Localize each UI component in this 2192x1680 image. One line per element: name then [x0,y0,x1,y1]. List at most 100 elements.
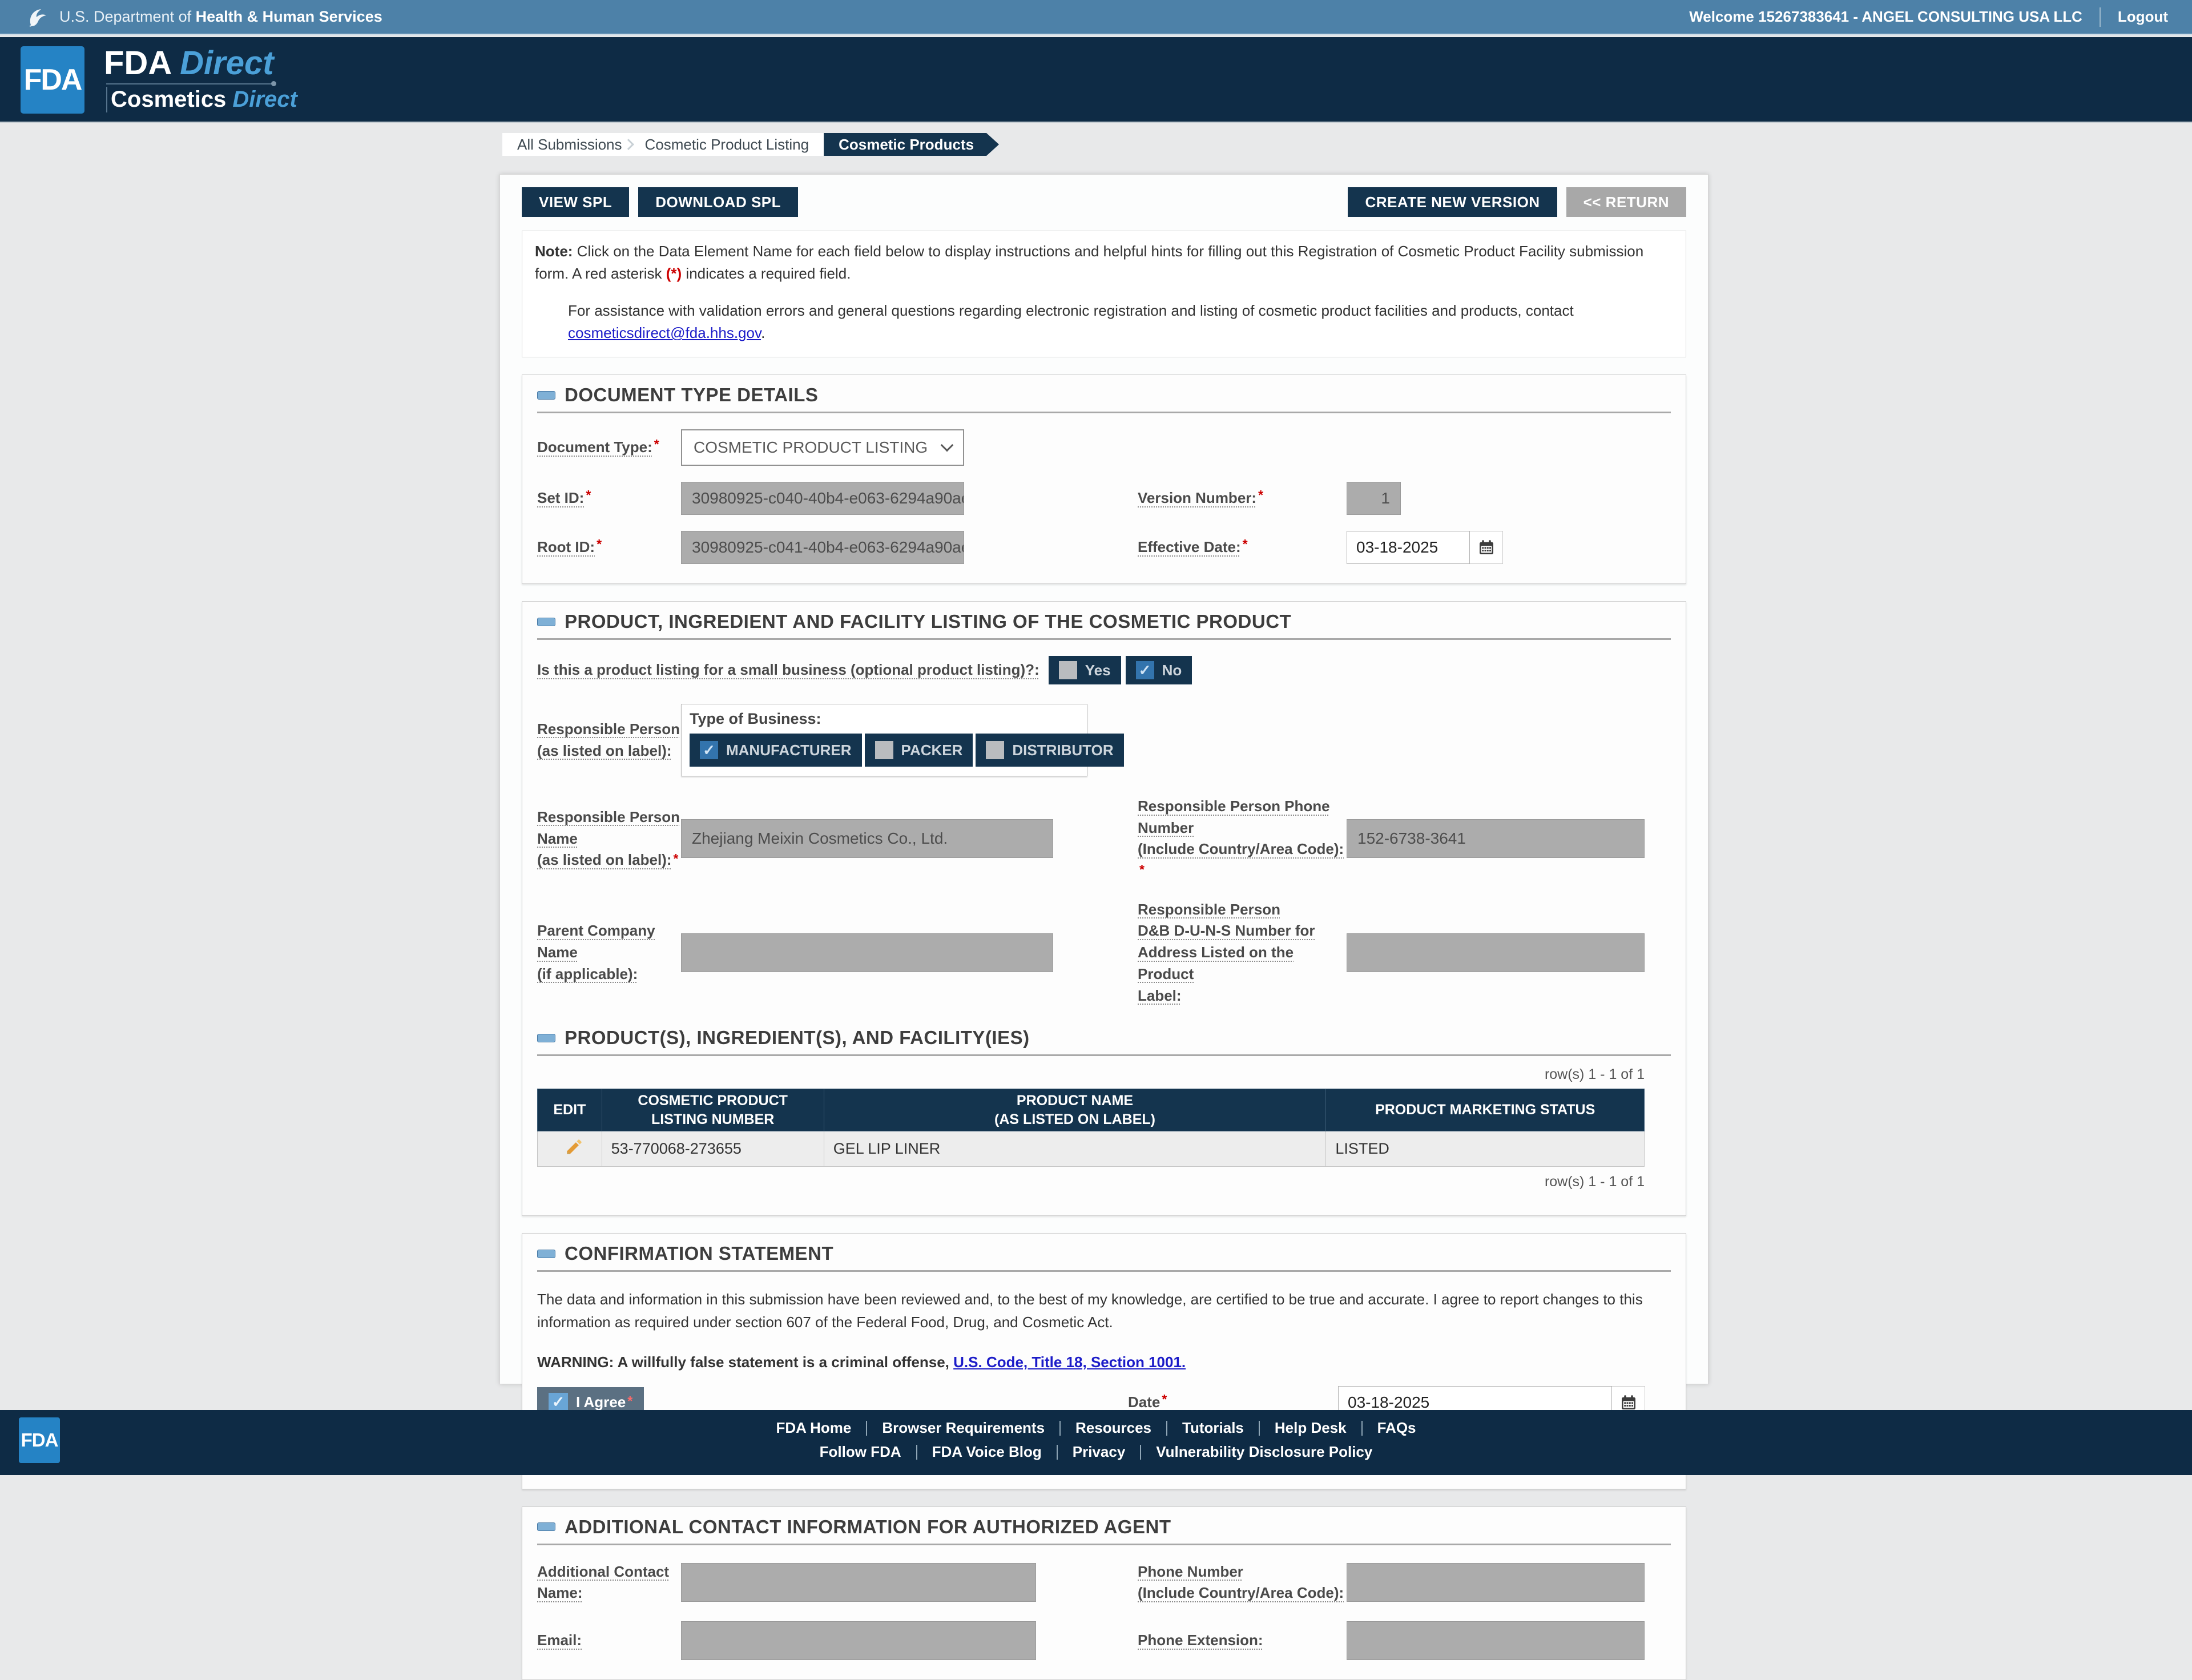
effective-date-group: 03-18-2025 [1347,531,1503,564]
set-id-label[interactable]: Set ID: [537,489,584,506]
email-label[interactable]: Email: [537,1631,582,1649]
business-type-packer-checkbox[interactable]: PACKER [864,734,973,767]
required-asterisk: * [673,851,679,867]
collapse-section-icon[interactable] [537,1033,555,1042]
collapse-section-icon[interactable] [537,617,555,626]
calendar-icon [1621,1395,1635,1409]
main-form-card: VIEW SPL DOWNLOAD SPL CREATE NEW VERSION… [499,174,1709,1680]
cosmetics-direct-subtitle: Cosmetics Direct [106,87,297,112]
responsible-person-duns-field [1347,933,1645,972]
email-field[interactable] [681,1621,1036,1661]
table-row: 53-770068-273655 GEL LIP LINER LISTED [537,1131,1645,1167]
document-type-select[interactable]: COSMETIC PRODUCT LISTING [681,429,964,466]
edit-column-header: EDIT [537,1089,602,1132]
footer-link-faqs[interactable]: FAQs [1377,1419,1416,1437]
us-code-link[interactable]: U.S. Code, Title 18, Section 1001. [953,1353,1186,1371]
effective-date-label[interactable]: Effective Date: [1138,538,1241,555]
responsible-person-duns-label[interactable]: Responsible Person D&B D-U-N-S Number for… [1138,899,1347,1006]
marketing-status-cell: LISTED [1325,1131,1645,1167]
document-type-details-title: DOCUMENT TYPE DETAILS [565,384,819,405]
footer-link-tutorials[interactable]: Tutorials [1182,1419,1244,1437]
required-asterisk: * [1162,1391,1167,1407]
collapse-section-icon[interactable] [537,390,555,400]
phone-number-field[interactable] [1347,1563,1645,1602]
checkbox-unchecked-icon [1058,661,1077,679]
version-number-field: 1 [1347,482,1401,515]
footer-link-resources[interactable]: Resources [1075,1419,1151,1437]
type-of-business-label: Type of Business: [690,710,821,727]
required-asterisk: * [1139,862,1145,877]
welcome-user-text: Welcome 15267383641 - ANGEL CONSULTING U… [1689,8,2082,25]
phone-number-label[interactable]: Phone Number (Include Country/Area Code): [1138,1561,1347,1604]
checkbox-unchecked-icon [875,741,893,759]
brand-header: FDA FDA Direct Cosmetics Direct [0,37,2192,123]
fda-direct-title: FDA Direct [104,45,274,82]
cosmeticsdirect-email-link[interactable]: cosmeticsdirect@fda.hhs.gov [568,324,761,341]
version-number-label[interactable]: Version Number: [1138,489,1256,506]
small-business-no-checkbox[interactable]: ✓ No [1125,656,1192,684]
breadcrumb-cosmetic-products-active: Cosmetic Products [824,133,999,156]
responsible-person-name-label[interactable]: Responsible Person Name (as listed on labe… [537,807,681,871]
root-id-label[interactable]: Root ID: [537,538,595,555]
small-business-yes-checkbox[interactable]: Yes [1048,656,1121,684]
footer-link-privacy[interactable]: Privacy [1073,1443,1126,1461]
responsible-person-label[interactable]: Responsible Person (as listed on label): [537,719,681,762]
footer-links-row1: FDA Home Browser Requirements Resources … [0,1419,2192,1437]
parent-company-name-label[interactable]: Parent Company Name (if applicable): [537,920,681,985]
parent-company-name-field [681,933,1053,972]
products-table: EDIT COSMETIC PRODUCT LISTING NUMBER PROD… [537,1089,1645,1167]
download-spl-button[interactable]: DOWNLOAD SPL [638,187,799,217]
marketing-status-column-header: PRODUCT MARKETING STATUS [1325,1089,1645,1132]
listing-number-column-header: COSMETIC PRODUCT LISTING NUMBER [601,1089,824,1132]
business-type-distributor-checkbox[interactable]: DISTRIBUTOR [976,734,1124,767]
product-name-column-header: PRODUCT NAME (AS LISTED ON LABEL) [823,1089,1327,1132]
breadcrumb-cosmetic-product-listing[interactable]: Cosmetic Product Listing [630,133,824,156]
government-topbar: U.S. Department of Health & Human Servic… [0,0,2192,35]
create-new-version-button[interactable]: CREATE NEW VERSION [1348,187,1557,217]
logout-link[interactable]: Logout [2118,8,2168,26]
instructions-note: Note: Click on the Data Element Name for… [522,231,1686,357]
additional-contact-name-field[interactable] [681,1563,1036,1602]
checkbox-unchecked-icon [986,741,1005,759]
product-name-cell: GEL LIP LINER [823,1131,1327,1167]
required-asterisk: * [1242,537,1248,552]
view-spl-button[interactable]: VIEW SPL [522,187,630,217]
edit-pencil-icon[interactable] [565,1137,584,1157]
product-section-title: PRODUCT, INGREDIENT AND FACILITY LISTING… [565,611,1292,632]
effective-date-input[interactable]: 03-18-2025 [1347,531,1470,564]
listing-number-cell: 53-770068-273655 [601,1131,824,1167]
phone-extension-field[interactable] [1347,1621,1645,1661]
product-ingredient-facility-section: PRODUCT, INGREDIENT AND FACILITY LISTING… [522,601,1686,1216]
footer-link-vulnerability-policy[interactable]: Vulnerability Disclosure Policy [1156,1443,1372,1461]
document-type-selected-value: COSMETIC PRODUCT LISTING [694,438,928,456]
footer-link-follow-fda[interactable]: Follow FDA [820,1443,901,1461]
return-button[interactable]: << RETURN [1566,187,1686,217]
effective-date-calendar-button[interactable] [1470,531,1503,564]
responsible-person-phone-label[interactable]: Responsible Person Phone Number (Include C… [1138,796,1347,882]
additional-contact-name-label[interactable]: Additional Contact Name: [537,1561,681,1604]
breadcrumb-all-submissions[interactable]: All Submissions [502,133,637,156]
phone-extension-label[interactable]: Phone Extension: [1138,1631,1263,1649]
footer-link-help-desk[interactable]: Help Desk [1275,1419,1347,1437]
footer-link-fda-voice-blog[interactable]: FDA Voice Blog [932,1443,1042,1461]
date-label[interactable]: Date [1128,1393,1160,1411]
collapse-section-icon[interactable] [537,1522,555,1532]
page-footer: FDA FDA Home Browser Requirements Resour… [0,1410,2192,1475]
required-asterisk: * [654,437,659,452]
footer-link-fda-home[interactable]: FDA Home [776,1419,851,1437]
small-business-question-label[interactable]: Is this a product listing for a small bu… [537,659,1039,681]
business-type-manufacturer-checkbox[interactable]: ✓ MANUFACTURER [690,734,862,767]
products-subsection-title: PRODUCT(S), INGREDIENT(S), AND FACILITY(… [565,1027,1030,1049]
responsible-person-name-field: Zhejiang Meixin Cosmetics Co., Ltd. [681,819,1053,859]
dept-name: U.S. Department of Health & Human Servic… [59,8,382,25]
set-id-field: 30980925-c040-40b4-e063-6294a90ae052 [681,482,964,515]
root-id-field: 30980925-c041-40b4-e063-6294a90ae052 [681,531,964,564]
footer-link-browser-requirements[interactable]: Browser Requirements [882,1419,1045,1437]
checkbox-checked-icon: ✓ [1135,661,1154,679]
document-type-label[interactable]: Document Type: [537,438,652,456]
responsible-person-phone-field: 152-6738-3641 [1347,819,1645,859]
products-table-header-row: EDIT COSMETIC PRODUCT LISTING NUMBER PROD… [537,1089,1645,1132]
additional-contact-section: ADDITIONAL CONTACT INFORMATION FOR AUTHO… [522,1506,1686,1680]
collapse-section-icon[interactable] [537,1249,555,1258]
required-asterisk: * [1258,488,1264,503]
